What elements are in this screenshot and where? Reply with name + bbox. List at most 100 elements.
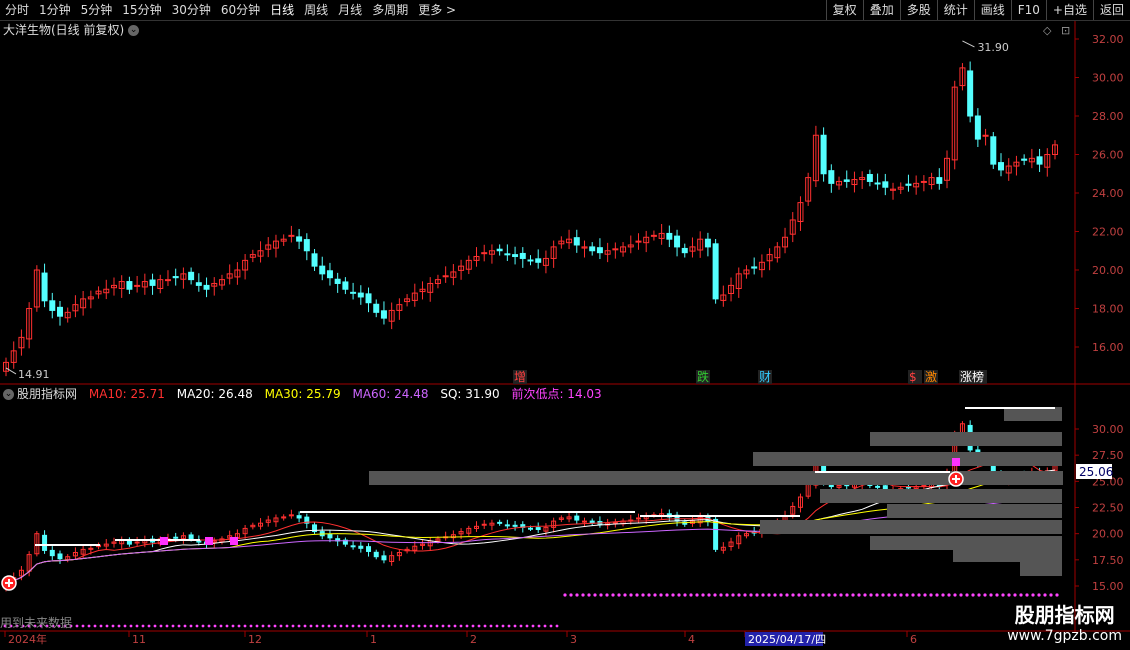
signal-block <box>230 537 238 545</box>
candle <box>134 284 141 287</box>
candle <box>596 247 603 254</box>
signal-dot <box>1007 593 1011 597</box>
signal-dot <box>135 624 139 628</box>
signal-dot <box>659 593 663 597</box>
y-tick-label: 32.00 <box>1092 33 1124 46</box>
x-tick-label: 2025/04/17/四 <box>748 633 826 646</box>
signal-dot <box>869 593 873 597</box>
candle <box>188 271 195 281</box>
chart-canvas[interactable]: 32.00 30.00 28.00 26.00 24.00 22.00 20.00 18.00… <box>0 0 1130 650</box>
candle <box>41 272 48 302</box>
signal-dot <box>471 624 475 628</box>
signal-dot <box>983 593 987 597</box>
y-tick-label: 18.00 <box>1092 303 1124 316</box>
signal-dot <box>599 593 603 597</box>
indicator-candle <box>512 524 518 527</box>
signal-dot <box>629 593 633 597</box>
signal-dot <box>183 624 187 628</box>
signal-dot <box>81 624 85 628</box>
signal-dot <box>327 624 331 628</box>
signal-dot <box>563 593 567 597</box>
indicator-candle <box>905 486 911 489</box>
signal-dot <box>387 624 391 628</box>
signal-dot <box>1025 593 1029 597</box>
high-pointer <box>962 40 975 48</box>
indicator-candle <box>134 541 140 544</box>
indicator-y-tick-label: 15.00 <box>1092 580 1124 593</box>
indicator-candle <box>875 485 881 488</box>
signal-dot <box>447 624 451 628</box>
signal-dot <box>333 624 337 628</box>
signal-dot <box>677 593 681 597</box>
signal-dot <box>213 624 217 628</box>
candle <box>967 70 974 117</box>
signal-dot <box>315 624 319 628</box>
candle <box>635 240 642 243</box>
signal-dot <box>273 624 277 628</box>
signal-dot <box>989 593 993 597</box>
signal-dot <box>845 593 849 597</box>
signal-dot <box>225 624 229 628</box>
x-tick-label: 11 <box>132 633 146 646</box>
signal-block <box>952 458 960 466</box>
candle <box>681 247 688 254</box>
indicator-candle <box>373 551 379 558</box>
signal-dot <box>147 624 151 628</box>
signal-dot <box>291 624 295 628</box>
signal-dot <box>303 624 307 628</box>
signal-dot <box>899 593 903 597</box>
signal-block <box>205 537 213 545</box>
signal-dot <box>821 593 825 597</box>
signal-dot <box>785 593 789 597</box>
candle <box>512 254 519 258</box>
signal-dot <box>519 624 523 628</box>
signal-dot <box>75 624 79 628</box>
candle <box>49 300 56 311</box>
signal-dot <box>683 593 687 597</box>
signal-dot <box>947 593 951 597</box>
signal-dot <box>87 624 91 628</box>
signal-dot <box>617 593 621 597</box>
indicator-y-tick-label: 17.50 <box>1092 554 1124 567</box>
candle <box>357 292 364 298</box>
signal-dot <box>587 593 591 597</box>
signal-dot <box>701 593 705 597</box>
candle <box>589 246 596 252</box>
signal-dot <box>237 624 241 628</box>
signal-dot <box>513 624 517 628</box>
y-tick-label: 22.00 <box>1092 226 1124 239</box>
signal-dot <box>489 624 493 628</box>
signal-dot <box>875 593 879 597</box>
profile-bar <box>870 536 1062 550</box>
signal-dot <box>531 624 535 628</box>
indicator-candle <box>288 514 294 517</box>
signal-dot <box>165 624 169 628</box>
signal-dot <box>863 593 867 597</box>
signal-dot <box>195 624 199 628</box>
y-tick-label: 28.00 <box>1092 110 1124 123</box>
signal-dot <box>141 624 145 628</box>
signal-dot <box>207 624 211 628</box>
high-label: 31.90 <box>977 41 1009 54</box>
signal-dot <box>707 593 711 597</box>
signal-dot <box>689 593 693 597</box>
signal-dot <box>369 624 373 628</box>
signal-dot <box>605 593 609 597</box>
candle <box>380 310 387 319</box>
candle <box>373 303 380 313</box>
signal-dot <box>593 593 597 597</box>
candle <box>326 270 333 279</box>
profile-bar <box>870 432 1062 446</box>
signal-dot <box>153 624 157 628</box>
event-marker: $ <box>909 370 917 384</box>
indicator-candle <box>713 518 719 550</box>
signal-dot <box>581 593 585 597</box>
candle <box>164 279 171 282</box>
signal-dot <box>929 593 933 597</box>
indicator-candle <box>366 546 372 552</box>
candle <box>1036 156 1043 165</box>
candle <box>936 177 943 184</box>
signal-dot <box>1049 593 1053 597</box>
profile-bar <box>820 489 1062 503</box>
signal-dot <box>171 624 175 628</box>
